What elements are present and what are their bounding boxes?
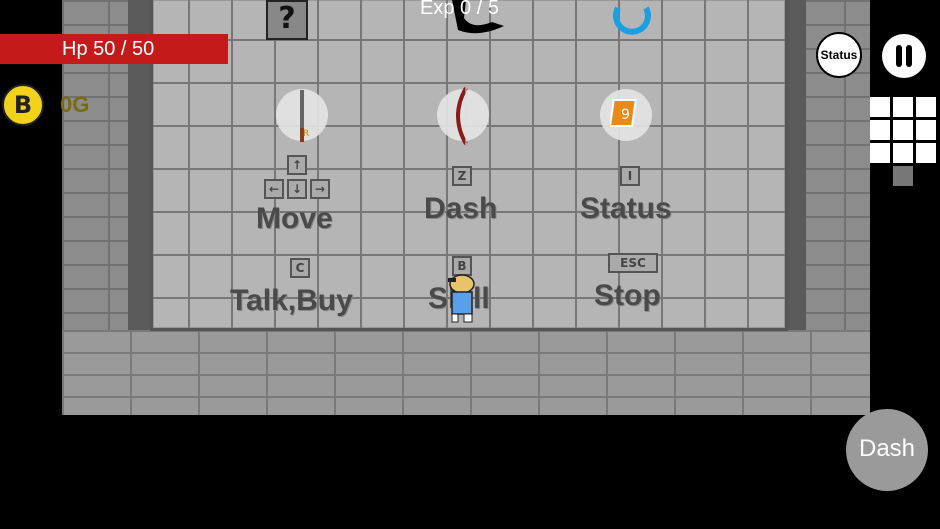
minimap-cell xyxy=(870,120,890,140)
minimap-current-cell xyxy=(893,166,913,186)
talk-buy-label: Talk,Buy xyxy=(230,284,353,317)
mystery-box-icon[interactable]: ? xyxy=(266,0,308,40)
i-key-icon: I xyxy=(620,166,640,186)
stop-label: Stop xyxy=(594,279,661,312)
arrow-keys-icon: ↑ ← ↓ → xyxy=(264,155,334,203)
bitcoin-coin-icon: B xyxy=(2,84,44,126)
portal-icon[interactable] xyxy=(610,0,656,42)
minimap-cell xyxy=(916,143,936,163)
gold-count: 0G xyxy=(60,92,90,117)
bow-icon xyxy=(456,87,468,145)
minimap-cell xyxy=(916,120,936,140)
status-label: Status xyxy=(580,192,672,225)
sword-icon: R xyxy=(300,90,309,142)
minimap xyxy=(870,97,938,187)
svg-text:9: 9 xyxy=(621,107,630,123)
dash-button[interactable]: Dash xyxy=(846,409,928,491)
esc-key-icon: ESC xyxy=(608,253,658,273)
pause-icon[interactable] xyxy=(882,34,926,78)
hp-text: Hp 50 / 50 xyxy=(62,38,155,60)
z-key-icon: Z xyxy=(452,166,472,186)
move-label: Move xyxy=(256,202,333,235)
c-key-icon: C xyxy=(290,258,310,278)
minimap-cell xyxy=(893,143,913,163)
status-button[interactable]: Status xyxy=(816,32,862,78)
svg-text:R: R xyxy=(303,129,309,139)
minimap-cell xyxy=(870,143,890,163)
bottom-wall xyxy=(62,330,870,415)
minimap-cell xyxy=(893,97,913,117)
minimap-cell xyxy=(870,97,890,117)
minimap-cell xyxy=(893,120,913,140)
player-character[interactable] xyxy=(442,272,478,324)
dash-label: Dash xyxy=(424,192,498,225)
scroll-icon: 9 xyxy=(610,99,637,127)
exp-text: Exp 0 / 5 xyxy=(420,0,499,19)
minimap-cell xyxy=(916,97,936,117)
